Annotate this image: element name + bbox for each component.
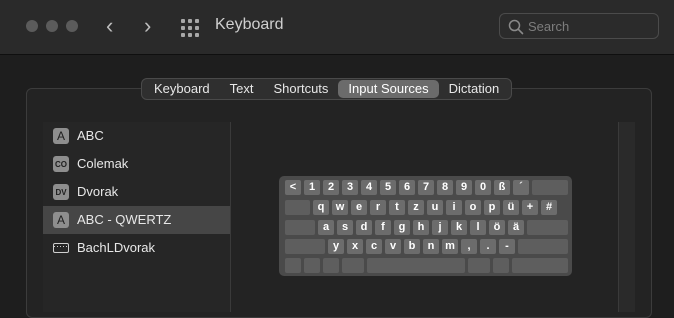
tab-bar: Keyboard Text Shortcuts Input Sources Di… — [141, 78, 513, 100]
scrollbar-track[interactable] — [618, 122, 635, 312]
keyboard-key: < — [285, 180, 301, 195]
source-label: ABC - QWERTZ — [77, 212, 172, 227]
keyboard-key: 1 — [304, 180, 320, 195]
space-bar — [367, 258, 465, 273]
fn-key — [285, 258, 301, 273]
keyboard-key: f — [375, 220, 391, 235]
keyboard-key: 0 — [475, 180, 491, 195]
keyboard-key: q — [313, 200, 329, 215]
search-input[interactable] — [528, 17, 648, 35]
source-item-bachldvorak[interactable]: BachLDvorak — [43, 234, 230, 262]
command-key — [468, 258, 490, 273]
backspace-key — [532, 180, 568, 195]
search-field[interactable] — [499, 13, 659, 39]
keyboard-key: g — [394, 220, 410, 235]
keyboard-key: x — [347, 239, 363, 254]
right-shift-key — [518, 239, 568, 254]
keyboard-key: e — [351, 200, 367, 215]
keyboard-key: o — [465, 200, 481, 215]
source-label: BachLDvorak — [77, 240, 156, 255]
arrow-keys — [512, 258, 568, 273]
window-title: Keyboard — [215, 16, 284, 33]
keyboard-key: 6 — [399, 180, 415, 195]
search-icon — [508, 19, 524, 35]
source-item-abc[interactable]: A ABC — [43, 122, 230, 150]
keyboard-key: j — [432, 220, 448, 235]
minimize-window-button[interactable] — [46, 20, 58, 32]
keyboard-key: ä — [508, 220, 524, 235]
left-shift-key — [285, 239, 325, 254]
source-label: ABC — [77, 128, 104, 143]
keyboard-key: s — [337, 220, 353, 235]
tab-keyboard[interactable]: Keyboard — [144, 80, 220, 98]
keyboard-key: 2 — [323, 180, 339, 195]
a-badge-icon: A — [53, 128, 69, 144]
title-bar-divider — [0, 54, 674, 55]
keyboard-key: z — [408, 200, 424, 215]
a-badge-icon: A — [53, 212, 69, 228]
return-key — [527, 220, 568, 235]
caps-lock-key — [285, 220, 315, 235]
back-arrow-icon[interactable]: ‹ — [106, 14, 113, 38]
keyboard-key: c — [366, 239, 382, 254]
keyboard-key: - — [499, 239, 515, 254]
command-key — [342, 258, 364, 273]
keyboard-key: p — [484, 200, 500, 215]
keyboard-key: 7 — [418, 180, 434, 195]
keyboard-key: 4 — [361, 180, 377, 195]
keyboard-key: m — [442, 239, 458, 254]
keyboard-key: ß — [494, 180, 510, 195]
title-bar: ‹ › Keyboard — [0, 0, 674, 54]
input-sources-list: A ABC CO Colemak DV Dvorak A ABC - QWERT… — [43, 122, 231, 312]
keyboard-key: + — [522, 200, 538, 215]
source-item-abc-qwertz[interactable]: A ABC - QWERTZ — [43, 206, 230, 234]
source-item-dvorak[interactable]: DV Dvorak — [43, 178, 230, 206]
keyboard-key: y — [328, 239, 344, 254]
keyboard-key: i — [446, 200, 462, 215]
tab-dictation[interactable]: Dictation — [439, 80, 510, 98]
keyboard-key: n — [423, 239, 439, 254]
keyboard-key: . — [480, 239, 496, 254]
source-item-colemak[interactable]: CO Colemak — [43, 150, 230, 178]
option-key — [323, 258, 339, 273]
keyboard-key: h — [413, 220, 429, 235]
show-all-grid-icon[interactable] — [181, 19, 199, 37]
keyboard-key: 9 — [456, 180, 472, 195]
keyboard-icon — [53, 243, 69, 253]
keyboard-key: v — [385, 239, 401, 254]
dvorak-badge-icon: DV — [53, 184, 69, 200]
keyboard-key: ö — [489, 220, 505, 235]
keyboard-key: 5 — [380, 180, 396, 195]
source-label: Dvorak — [77, 184, 119, 199]
keyboard-key: u — [427, 200, 443, 215]
option-key — [493, 258, 509, 273]
close-window-button[interactable] — [26, 20, 38, 32]
keyboard-layout-preview: < 1 2 3 4 5 6 7 8 9 0 ß ´ q w e r t z u … — [279, 176, 572, 276]
tab-text[interactable]: Text — [220, 80, 264, 98]
forward-arrow-icon[interactable]: › — [144, 14, 151, 38]
keyboard-key: r — [370, 200, 386, 215]
keyboard-key: w — [332, 200, 348, 215]
keyboard-key: t — [389, 200, 405, 215]
keyboard-key: ´ — [513, 180, 529, 195]
control-key — [304, 258, 320, 273]
keyboard-key: k — [451, 220, 467, 235]
keyboard-key: 3 — [342, 180, 358, 195]
keyboard-key: b — [404, 239, 420, 254]
tab-input-sources[interactable]: Input Sources — [338, 80, 439, 98]
keyboard-key: l — [470, 220, 486, 235]
source-label: Colemak — [77, 156, 129, 171]
colemak-badge-icon: CO — [53, 156, 69, 172]
keyboard-key: # — [541, 200, 557, 215]
tab-key — [285, 200, 310, 215]
tab-shortcuts[interactable]: Shortcuts — [264, 80, 339, 98]
keyboard-key: ü — [503, 200, 519, 215]
zoom-window-button[interactable] — [66, 20, 78, 32]
keyboard-key: , — [461, 239, 477, 254]
keyboard-key: d — [356, 220, 372, 235]
keyboard-key: a — [318, 220, 334, 235]
keyboard-key: 8 — [437, 180, 453, 195]
